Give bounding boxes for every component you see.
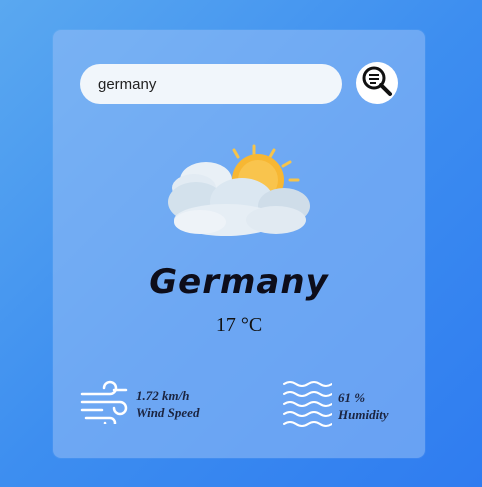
partly-cloudy-sun-icon [166, 140, 314, 240]
search-button[interactable] [356, 62, 398, 104]
wind-speed-value: 1.72 km/h [136, 388, 190, 403]
search-input[interactable] [80, 64, 342, 104]
humidity-label: Humidity [338, 407, 389, 422]
wind-detail: 1.72 km/h Wind Speed [80, 380, 200, 430]
search-icon [360, 64, 394, 102]
humidity-value: 61 % [338, 390, 366, 405]
wind-speed-label: Wind Speed [136, 405, 200, 420]
humidity-detail: 61 % Humidity [282, 380, 389, 432]
city-name: Germany [149, 262, 329, 302]
temperature: 17 °C [215, 314, 263, 336]
humidity-icon [282, 380, 333, 432]
wind-icon [80, 380, 130, 430]
